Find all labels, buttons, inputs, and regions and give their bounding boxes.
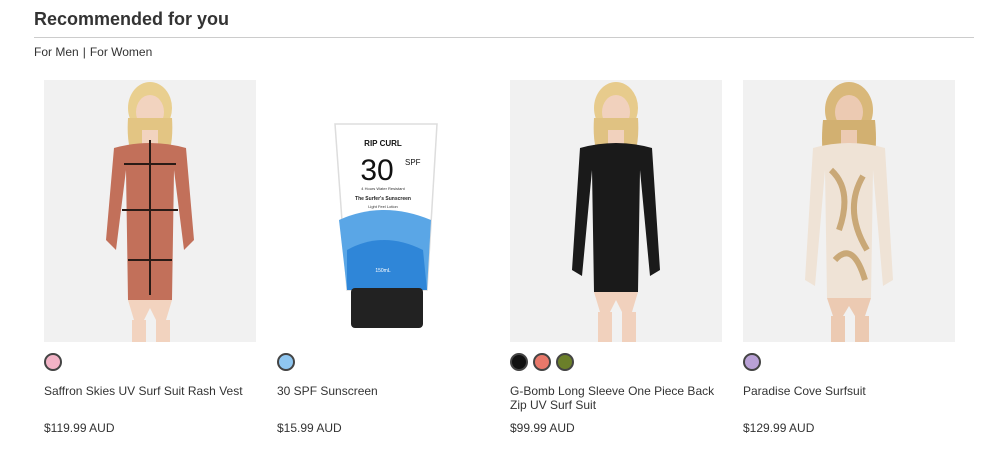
sunscreen-brand-text: RIP CURL (364, 139, 402, 148)
color-swatches (510, 353, 574, 371)
product-image-g-bomb[interactable] (510, 80, 722, 342)
sunscreen-spf-unit-text: SPF (405, 158, 421, 167)
product-card-paradise-cove[interactable]: Paradise Cove Surfsuit $129.99 AUD (743, 80, 955, 435)
product-card-g-bomb[interactable]: G-Bomb Long Sleeve One Piece Back Zip UV… (510, 80, 722, 435)
sunscreen-spf-text: 30 (360, 154, 393, 187)
product-name[interactable]: G-Bomb Long Sleeve One Piece Back Zip UV… (510, 384, 722, 412)
product-card-saffron-skies[interactable]: Saffron Skies UV Surf Suit Rash Vest $11… (44, 80, 256, 435)
product-name[interactable]: 30 SPF Sunscreen (277, 384, 489, 398)
section-title: Recommended for you (34, 9, 230, 29)
sunscreen-water-text: 4 Hours Water Resistant (361, 186, 405, 191)
sunscreen-tagline-text: The Surfer's Sunscreen (355, 196, 411, 202)
sunscreen-volume-text: 150mL (375, 268, 391, 274)
filter-separator: | (82, 45, 86, 59)
product-name[interactable]: Paradise Cove Surfsuit (743, 384, 955, 398)
color-swatch-blue[interactable] (277, 353, 295, 371)
product-name[interactable]: Saffron Skies UV Surf Suit Rash Vest (44, 384, 256, 398)
product-image-saffron-skies[interactable] (44, 80, 256, 342)
color-swatches (277, 353, 295, 371)
color-swatch-black[interactable] (510, 353, 528, 371)
filter-for-women[interactable]: For Women (90, 45, 152, 59)
product-price: $15.99 AUD (277, 421, 342, 435)
color-swatches (44, 353, 62, 371)
filter-for-men[interactable]: For Men (34, 45, 79, 59)
section-divider (34, 37, 974, 38)
color-swatches (743, 353, 761, 371)
product-price: $99.99 AUD (510, 421, 575, 435)
color-swatch-olive[interactable] (556, 353, 574, 371)
color-swatch-lavender[interactable] (743, 353, 761, 371)
product-image-sunscreen[interactable]: RIP CURL 30 SPF 4 Hours Water Resistant … (277, 80, 489, 342)
color-swatch-pink[interactable] (44, 353, 62, 371)
sunscreen-sub-text: Light Feel Lotion (368, 204, 398, 209)
product-price: $119.99 AUD (44, 421, 115, 435)
product-price: $129.99 AUD (743, 421, 815, 435)
color-swatch-coral[interactable] (533, 353, 551, 371)
product-image-paradise-cove[interactable] (743, 80, 955, 342)
product-card-sunscreen[interactable]: RIP CURL 30 SPF 4 Hours Water Resistant … (277, 80, 489, 435)
gender-filter: For Men | For Women (34, 45, 152, 59)
